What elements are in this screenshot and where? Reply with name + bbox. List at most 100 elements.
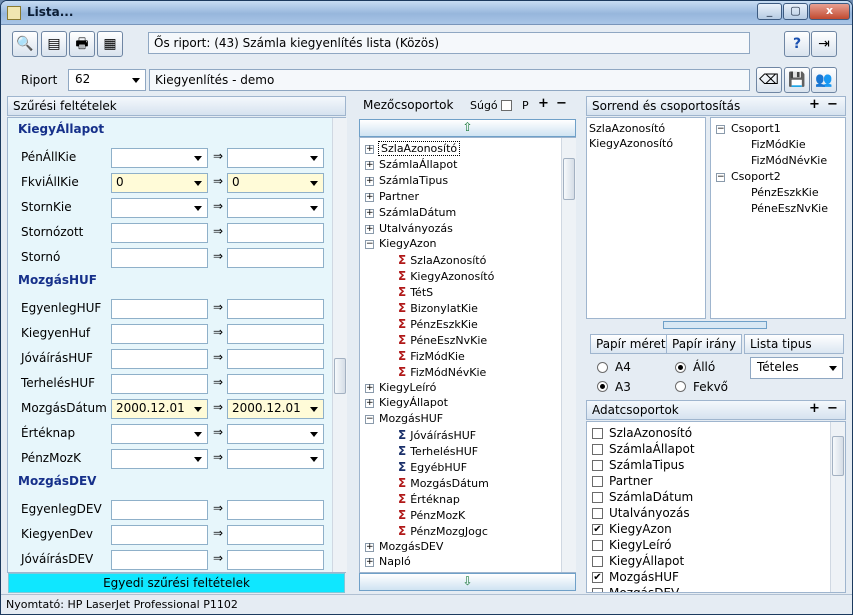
exit-button[interactable]: ⇥ xyxy=(811,31,837,57)
fields-collapse-all-button[interactable]: − xyxy=(556,96,567,111)
field-item[interactable]: Σ EgyébHUF xyxy=(398,460,467,474)
data-group-checkbox[interactable] xyxy=(592,460,603,471)
riport-select[interactable]: 62 xyxy=(68,69,146,91)
order-add-button[interactable]: + xyxy=(809,97,820,112)
field-group[interactable]: SzámlaÁllapot xyxy=(379,158,457,171)
filter-from-input[interactable] xyxy=(111,424,208,444)
splitter-handle[interactable] xyxy=(663,321,767,329)
filter-to-input[interactable]: 0 xyxy=(227,173,324,193)
filter-to-input[interactable] xyxy=(227,424,324,444)
expand-toggle[interactable]: + xyxy=(365,224,374,234)
print-button[interactable]: 🖶 xyxy=(69,31,95,57)
filter-to-input[interactable] xyxy=(227,299,324,319)
filter-from-input[interactable] xyxy=(111,500,208,520)
expand-toggle[interactable]: − xyxy=(365,240,374,250)
expand-toggle[interactable]: − xyxy=(716,173,725,182)
preview-button[interactable]: 🔍 xyxy=(12,31,38,57)
field-group[interactable]: SzámlaDátum xyxy=(379,206,456,219)
filter-to-input[interactable] xyxy=(227,449,324,469)
expand-toggle[interactable]: + xyxy=(365,558,374,568)
move-up-button[interactable]: ⇧ xyxy=(359,119,576,137)
field-group[interactable]: Partner xyxy=(379,190,419,203)
group-child[interactable]: PéneEszNvKie xyxy=(751,202,828,215)
field-item[interactable]: Σ KiegyAzonosító xyxy=(398,269,494,283)
filter-from-input[interactable] xyxy=(111,374,208,394)
filter-to-input[interactable] xyxy=(227,374,324,394)
expand-toggle[interactable]: + xyxy=(365,176,374,186)
fields-scroll-thumb[interactable] xyxy=(563,158,575,200)
order-remove-button[interactable]: − xyxy=(827,97,838,112)
data-group-checkbox[interactable] xyxy=(592,588,603,592)
filter-to-input[interactable] xyxy=(227,550,324,570)
expand-toggle[interactable]: + xyxy=(365,542,374,552)
landscape-radio[interactable] xyxy=(675,381,686,392)
data-groups-scrollbar[interactable] xyxy=(830,422,845,592)
paper-a4-radio[interactable] xyxy=(597,362,608,373)
filters-scrollbar[interactable] xyxy=(332,118,347,572)
field-item[interactable]: Σ TerhelésHUF xyxy=(398,444,478,458)
field-item[interactable]: Σ TétS xyxy=(398,285,433,299)
data-groups-add-button[interactable]: + xyxy=(809,401,820,416)
filter-to-input[interactable] xyxy=(227,525,324,545)
expand-toggle[interactable]: + xyxy=(365,383,374,393)
field-group[interactable]: KiegyLeíró xyxy=(379,381,436,394)
filter-from-input[interactable]: 0 xyxy=(111,173,208,193)
data-group-checkbox[interactable] xyxy=(592,556,603,567)
data-group-checkbox[interactable]: ✔ xyxy=(592,572,603,583)
expand-toggle[interactable]: + xyxy=(365,160,374,170)
fields-expand-all-button[interactable]: + xyxy=(538,96,549,111)
filter-to-input[interactable] xyxy=(227,223,324,243)
expand-toggle[interactable]: + xyxy=(365,399,374,409)
fields-scrollbar[interactable] xyxy=(561,138,576,572)
field-item[interactable]: Σ PéneEszNvKie xyxy=(398,333,487,347)
filter-from-input[interactable] xyxy=(111,324,208,344)
filter-to-input[interactable] xyxy=(227,349,324,369)
field-group[interactable]: Utalványozás xyxy=(379,222,453,235)
filter-from-input[interactable]: 2000.12.01 xyxy=(111,399,208,419)
field-item[interactable]: Σ BizonylatKie xyxy=(398,301,478,315)
data-group-checkbox[interactable] xyxy=(592,508,603,519)
group-child[interactable]: FizMódNévKie xyxy=(751,154,827,167)
field-item[interactable]: Σ FizMódNévKie xyxy=(398,365,486,379)
field-item[interactable]: Σ FizMódKie xyxy=(398,349,465,363)
data-group-checkbox[interactable] xyxy=(592,540,603,551)
filter-from-input[interactable] xyxy=(111,349,208,369)
data-groups-remove-button[interactable]: − xyxy=(827,401,838,416)
expand-toggle[interactable]: + xyxy=(365,208,374,218)
minimize-button[interactable]: _ xyxy=(757,3,782,20)
move-down-button[interactable]: ⇩ xyxy=(359,573,576,591)
filter-from-input[interactable] xyxy=(111,299,208,319)
filter-to-input[interactable] xyxy=(227,324,324,344)
paper-a3-radio[interactable] xyxy=(597,381,608,392)
portrait-radio[interactable] xyxy=(675,362,686,373)
settings-button[interactable]: ▤ xyxy=(41,31,67,57)
filter-from-input[interactable] xyxy=(111,148,208,168)
field-item[interactable]: Σ PénzEszkKie xyxy=(398,317,478,331)
filter-from-input[interactable] xyxy=(111,449,208,469)
data-group-checkbox[interactable]: ✔ xyxy=(592,524,603,535)
filter-to-input[interactable] xyxy=(227,248,324,268)
filter-from-input[interactable] xyxy=(111,248,208,268)
field-item[interactable]: Σ PénzMozK xyxy=(398,508,465,522)
help-button[interactable]: ? xyxy=(784,31,810,57)
maximize-button[interactable]: ▢ xyxy=(783,3,808,20)
group-node[interactable]: Csoport2 xyxy=(731,170,781,183)
close-button[interactable]: x xyxy=(809,3,850,20)
filter-to-input[interactable] xyxy=(227,198,324,218)
data-group-checkbox[interactable] xyxy=(592,444,603,455)
filter-from-input[interactable] xyxy=(111,198,208,218)
filter-from-input[interactable] xyxy=(111,550,208,570)
data-groups-scroll-thumb[interactable] xyxy=(832,436,844,476)
field-group[interactable]: Napló xyxy=(379,555,411,568)
expand-toggle[interactable]: − xyxy=(365,415,374,425)
group-node[interactable]: Csoport1 xyxy=(731,122,781,135)
field-item[interactable]: Σ Értéknap xyxy=(398,492,460,506)
data-group-checkbox[interactable] xyxy=(592,428,603,439)
field-item[interactable]: Σ PénzMozgJogc xyxy=(398,524,488,538)
filter-from-input[interactable] xyxy=(111,223,208,243)
clear-button[interactable]: ⌫ xyxy=(756,67,782,93)
users-button[interactable]: 👥 xyxy=(811,67,837,93)
field-item[interactable]: Σ JóváírásHUF xyxy=(398,428,476,442)
custom-filters-button[interactable]: Egyedi szűrési feltételek xyxy=(8,573,345,593)
list-type-select[interactable]: Tételes xyxy=(750,357,843,379)
